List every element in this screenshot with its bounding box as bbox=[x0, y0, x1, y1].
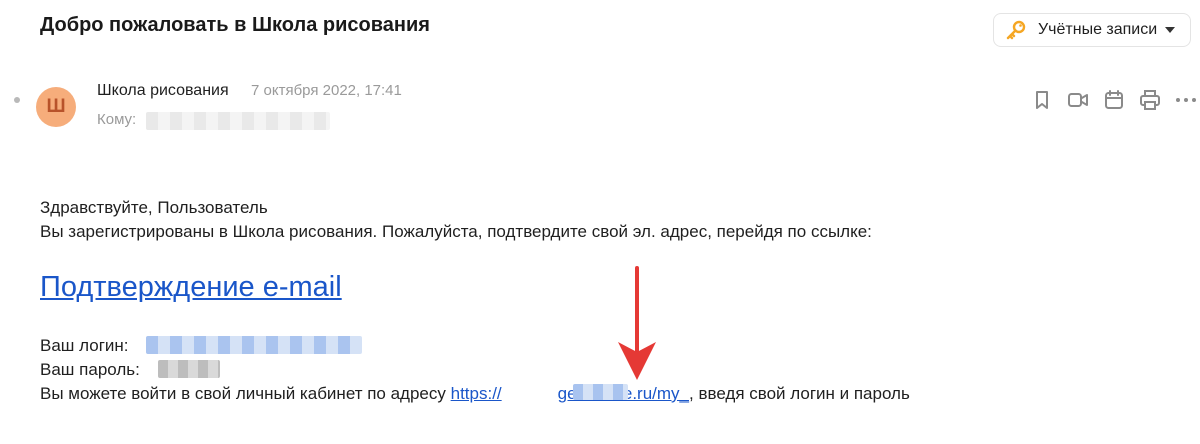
cabinet-text: Вы можете войти в свой личный кабинет по… bbox=[40, 384, 446, 403]
login-label: Ваш логин: bbox=[40, 336, 129, 355]
key-icon bbox=[1006, 20, 1026, 40]
cabinet-url-blur bbox=[573, 384, 628, 400]
avatar-letter: Ш bbox=[46, 96, 66, 117]
video-icon bbox=[1068, 93, 1088, 107]
unread-dot[interactable] bbox=[14, 97, 20, 103]
accounts-button[interactable]: Учётные записи bbox=[993, 13, 1191, 47]
cabinet-line: Вы можете войти в свой личный кабинет по… bbox=[40, 384, 910, 404]
recipient-address-redacted[interactable] bbox=[146, 112, 330, 130]
login-value-redacted[interactable] bbox=[146, 336, 362, 354]
email-date: 7 октября 2022, 17:41 bbox=[251, 82, 402, 99]
to-label: Кому: bbox=[97, 111, 137, 128]
confirm-email-link[interactable]: Подтверждение e-mail bbox=[40, 271, 342, 304]
calendar-button[interactable] bbox=[1102, 88, 1126, 112]
print-icon bbox=[1140, 90, 1160, 110]
caret-down-icon bbox=[1165, 27, 1176, 33]
red-arrow-annotation bbox=[618, 266, 656, 380]
print-button[interactable] bbox=[1138, 88, 1162, 112]
password-value-redacted bbox=[158, 360, 220, 378]
registered-text: Вы зарегистрированы в Школа рисования. П… bbox=[40, 222, 872, 241]
cabinet-suffix: , введя свой логин и пароль bbox=[689, 384, 910, 403]
email-subject: Добро пожаловать в Школа рисования bbox=[40, 14, 430, 36]
more-icon bbox=[1176, 98, 1196, 102]
greeting-text: Здравствуйте, Пользователь bbox=[40, 198, 268, 217]
video-call-button[interactable] bbox=[1066, 88, 1090, 112]
cabinet-url-link[interactable]: https://getcourse.ru/my_ bbox=[451, 384, 689, 403]
message-toolbar bbox=[1030, 88, 1198, 112]
accounts-label: Учётные записи bbox=[1038, 21, 1158, 38]
password-label: Ваш пароль: bbox=[40, 360, 140, 379]
bookmark-icon bbox=[1036, 91, 1048, 109]
avatar[interactable]: Ш bbox=[36, 87, 76, 127]
calendar-icon bbox=[1105, 90, 1123, 109]
sender-name[interactable]: Школа рисования bbox=[97, 82, 229, 100]
cabinet-url-prefix: https:// bbox=[450, 384, 502, 403]
bookmark-button[interactable] bbox=[1030, 88, 1054, 112]
more-button[interactable] bbox=[1174, 88, 1198, 112]
